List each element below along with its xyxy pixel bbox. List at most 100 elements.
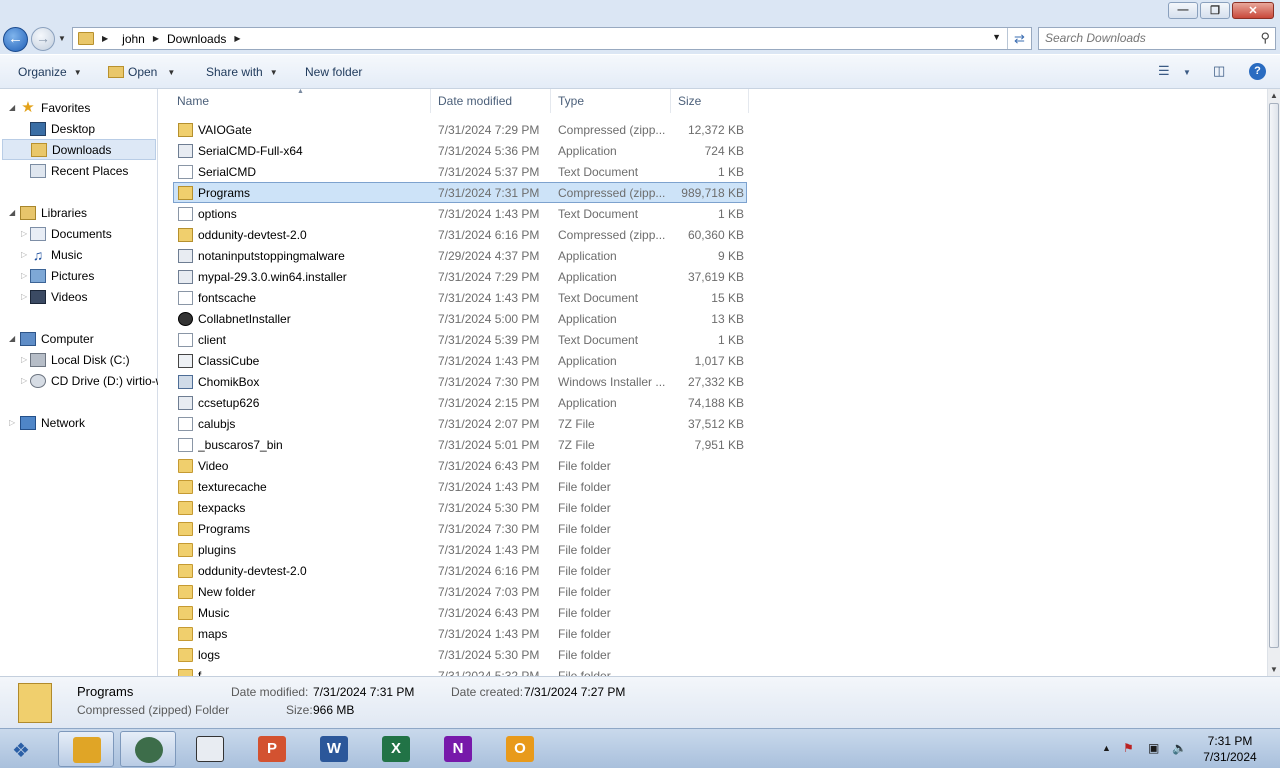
expand-icon[interactable]: ▷ [21,376,27,385]
close-button[interactable]: ✕ [1232,2,1274,19]
table-row[interactable]: texpacks 7/31/2024 5:30 PM File folder [173,497,747,518]
back-button[interactable]: ← [3,27,28,52]
expand-icon[interactable]: ▷ [21,229,27,238]
start-button[interactable]: ❖ [12,738,30,763]
expand-icon[interactable]: ▷ [21,292,27,301]
file-type: Application [558,312,617,326]
search-input[interactable] [1045,31,1245,45]
table-row[interactable]: f 7/31/2024 5:32 PM File folder [173,665,747,676]
nav-computer[interactable]: ◢ Computer [0,328,158,349]
forward-button[interactable]: → [31,27,55,51]
nav-documents[interactable]: ▷ Documents [0,223,158,244]
chevron-right-icon[interactable]: ▶ [234,34,240,43]
nav-favorites[interactable]: ◢ ★ Favorites [0,97,158,118]
nav-pictures[interactable]: ▷ Pictures [0,265,158,286]
taskbar-explorer-button[interactable] [58,731,114,767]
file-date-modified: 7/31/2024 5:32 PM [438,669,540,676]
nav-libraries[interactable]: ◢ Libraries [0,202,158,223]
chevron-right-icon[interactable]: ▶ [153,34,159,43]
action-center-icon[interactable]: ⚑ [1123,741,1134,755]
table-row[interactable]: notaninputstoppingmalware 7/29/2024 4:37 … [173,245,747,266]
scroll-up-icon[interactable]: ▲ [1268,91,1280,100]
table-row[interactable]: oddunity-devtest-2.0 7/31/2024 6:16 PM Com… [173,224,747,245]
new-folder-button[interactable]: New folder [305,65,362,79]
table-row[interactable]: mypal-29.3.0.win64.installer 7/31/2024 7:… [173,266,747,287]
table-row[interactable]: ChomikBox 7/31/2024 7:30 PM Windows Instal… [173,371,747,392]
table-row[interactable]: VAIOGate 7/31/2024 7:29 PM Compressed (zip… [173,119,747,140]
nav-videos[interactable]: ▷ Videos [0,286,158,307]
column-header-name[interactable]: Name ▲ [171,89,431,113]
share-with-menu[interactable]: Share with ▼ [206,65,278,79]
expand-icon[interactable]: ▷ [21,355,27,364]
table-row[interactable]: options 7/31/2024 1:43 PM Text Document 1 K… [173,203,747,224]
expand-icon[interactable]: ▷ [9,418,15,427]
search-icon[interactable]: ⚲ [1260,30,1270,46]
column-header-type[interactable]: Type [552,89,671,113]
table-row[interactable]: logs 7/31/2024 5:30 PM File folder [173,644,747,665]
view-options-icon[interactable]: ☰ [1158,63,1170,79]
table-row[interactable]: fontscache 7/31/2024 1:43 PM Text Document… [173,287,747,308]
search-box[interactable]: ⚲ [1038,27,1276,50]
taskbar-outlook-button[interactable]: O [492,731,548,767]
help-icon[interactable]: ? [1249,63,1266,80]
nav-cd-drive[interactable]: ▷ CD Drive (D:) virtio-w [0,370,158,391]
taskbar-onenote-button[interactable]: N [430,731,486,767]
table-row[interactable]: Video 7/31/2024 6:43 PM File folder [173,455,747,476]
nav-downloads[interactable]: Downloads [2,139,156,160]
table-row[interactable]: Programs 7/31/2024 7:31 PM Compressed (zip… [173,182,747,203]
nav-music[interactable]: ▷ ♫ Music [0,244,158,265]
collapse-icon[interactable]: ◢ [9,208,15,217]
table-row[interactable]: texturecache 7/31/2024 1:43 PM File folder [173,476,747,497]
organize-menu[interactable]: Organize ▼ [18,65,82,79]
nav-recent-places[interactable]: Recent Places [0,160,158,181]
minimize-button[interactable]: — [1168,2,1198,19]
nav-local-disk[interactable]: ▷ Local Disk (C:) [0,349,158,370]
column-header-date-modified[interactable]: Date modified [432,89,551,113]
table-row[interactable]: New folder 7/31/2024 7:03 PM File folder [173,581,747,602]
column-header-size[interactable]: Size [672,89,749,113]
table-row[interactable]: ccsetup626 7/31/2024 2:15 PM Application 74… [173,392,747,413]
table-row[interactable]: Music 7/31/2024 6:43 PM File folder [173,602,747,623]
scrollbar-thumb[interactable] [1269,103,1279,648]
table-row[interactable]: Programs 7/31/2024 7:30 PM File folder [173,518,747,539]
address-bar[interactable]: ▶ john ▶ Downloads ▶ ▼ ⇄ [72,27,1032,50]
expand-icon[interactable]: ▷ [21,271,27,280]
table-row[interactable]: maps 7/31/2024 1:43 PM File folder [173,623,747,644]
open-menu[interactable]: Open ▼ [108,65,175,79]
preview-pane-icon[interactable]: ◫ [1213,63,1225,79]
taskbar-powerpoint-button[interactable]: P [244,731,300,767]
chevron-down-icon[interactable]: ▼ [1183,68,1191,77]
table-row[interactable]: _buscaros7_bin 7/31/2024 5:01 PM 7Z File 7,… [173,434,747,455]
scroll-down-icon[interactable]: ▼ [1268,665,1280,674]
taskbar-classicube-button[interactable] [182,731,238,767]
breadcrumb-john[interactable]: john [122,32,145,46]
vertical-scrollbar[interactable]: ▲ ▼ [1267,89,1280,676]
expand-icon[interactable]: ▷ [21,250,27,259]
taskbar-excel-button[interactable]: X [368,731,424,767]
recent-pages-dropdown[interactable]: ▼ [58,34,66,43]
nav-desktop[interactable]: Desktop [0,118,158,139]
clock[interactable]: 7:31 PM 7/31/2024 [1190,733,1270,765]
table-row[interactable]: SerialCMD 7/31/2024 5:37 PM Text Document 1… [173,161,747,182]
maximize-button[interactable]: ❐ [1200,2,1230,19]
chevron-right-icon[interactable]: ▶ [102,34,108,43]
volume-muted-icon[interactable]: 🔈 [1172,741,1187,755]
taskbar-browser-button[interactable] [120,731,176,767]
collapse-icon[interactable]: ◢ [9,334,15,343]
show-hidden-icons[interactable]: ▲ [1102,743,1111,753]
nav-network[interactable]: ▷ Network [0,412,158,433]
table-row[interactable]: oddunity-devtest-2.0 7/31/2024 6:16 PM Fil… [173,560,747,581]
table-row[interactable]: CollabnetInstaller 7/31/2024 5:00 PM Appli… [173,308,747,329]
table-row[interactable]: client 7/31/2024 5:39 PM Text Document 1 KB [173,329,747,350]
address-history-dropdown[interactable]: ▼ [992,32,1001,42]
table-row[interactable]: ClassiCube 7/31/2024 1:43 PM Application 1,… [173,350,747,371]
file-list: Name ▲ Date modified Type Size VAIOGate 7/… [159,89,1267,676]
breadcrumb-downloads[interactable]: Downloads [167,32,226,46]
taskbar-word-button[interactable]: W [306,731,362,767]
table-row[interactable]: plugins 7/31/2024 1:43 PM File folder [173,539,747,560]
collapse-icon[interactable]: ◢ [9,103,15,112]
table-row[interactable]: SerialCMD-Full-x64 7/31/2024 5:36 PM Appli… [173,140,747,161]
table-row[interactable]: calubjs 7/31/2024 2:07 PM 7Z File 37,512 KB [173,413,747,434]
network-status-icon[interactable]: ▣ [1148,741,1159,755]
refresh-button[interactable]: ⇄ [1007,28,1031,49]
